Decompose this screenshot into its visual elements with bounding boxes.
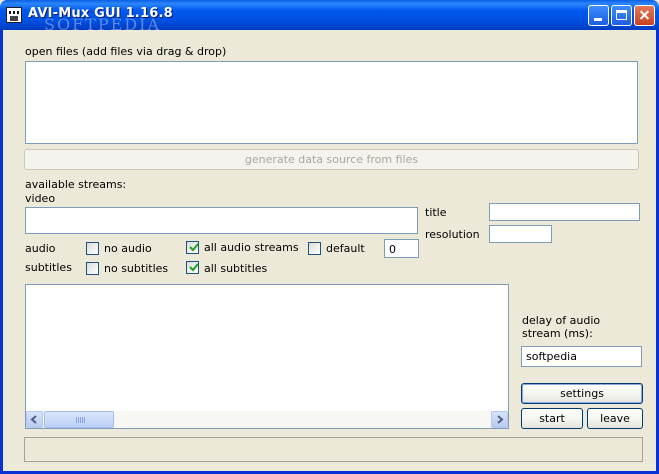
all-subtitles-label: all subtitles bbox=[204, 262, 268, 275]
no-audio-checkbox[interactable] bbox=[86, 242, 99, 255]
no-subtitles-checkbox[interactable] bbox=[86, 262, 99, 275]
default-label: default bbox=[326, 242, 365, 255]
default-stream-input[interactable]: 0 bbox=[384, 239, 419, 258]
settings-button[interactable]: settings bbox=[521, 383, 643, 404]
title-input[interactable] bbox=[489, 203, 640, 221]
available-streams-label: available streams: bbox=[25, 178, 127, 191]
default-checkbox[interactable] bbox=[308, 242, 321, 255]
horizontal-scrollbar[interactable] bbox=[26, 411, 508, 428]
no-audio-label: no audio bbox=[104, 242, 152, 255]
film-icon[interactable] bbox=[6, 7, 22, 23]
resolution-input[interactable] bbox=[489, 225, 552, 243]
grip-icon bbox=[76, 417, 85, 423]
start-button[interactable]: start bbox=[521, 408, 583, 429]
audio-delay-label: delay of audio stream (ms): bbox=[522, 314, 601, 340]
close-icon bbox=[635, 6, 654, 25]
minimize-button[interactable] bbox=[588, 5, 609, 26]
maximize-button[interactable] bbox=[611, 5, 632, 26]
title-bar[interactable]: AVI-Mux GUI 1.16.8 SOFTPEDIA bbox=[0, 0, 659, 34]
all-audio-streams-checkbox[interactable] bbox=[186, 241, 199, 254]
video-label: video bbox=[25, 192, 56, 205]
streams-list[interactable] bbox=[25, 284, 509, 429]
watermark-text: SOFTPEDIA bbox=[44, 15, 161, 34]
arrow-right-icon bbox=[497, 415, 504, 424]
scroll-right-button[interactable] bbox=[491, 411, 508, 428]
subtitles-label: subtitles bbox=[25, 261, 72, 274]
title-label: title bbox=[425, 206, 447, 219]
leave-button[interactable]: leave bbox=[587, 408, 643, 429]
scroll-left-button[interactable] bbox=[26, 411, 43, 428]
audio-delay-value: softpedia bbox=[526, 350, 577, 363]
checkmark-icon bbox=[189, 243, 199, 252]
no-subtitles-label: no subtitles bbox=[104, 262, 169, 275]
all-audio-streams-label: all audio streams bbox=[204, 241, 299, 254]
minimize-icon bbox=[594, 18, 602, 21]
all-subtitles-checkbox[interactable] bbox=[186, 261, 199, 274]
generate-data-source-button[interactable]: generate data source from files bbox=[24, 149, 639, 170]
scrollbar-thumb[interactable] bbox=[44, 411, 114, 428]
video-stream-list[interactable] bbox=[25, 207, 418, 234]
audio-label: audio bbox=[25, 242, 56, 255]
audio-delay-input[interactable]: softpedia bbox=[521, 346, 642, 367]
window-frame-left bbox=[0, 30, 3, 474]
default-stream-value: 0 bbox=[389, 243, 396, 256]
arrow-left-icon bbox=[30, 415, 37, 424]
maximize-icon bbox=[616, 10, 627, 20]
open-files-label: open files (add files via drag & drop) bbox=[25, 45, 227, 58]
close-button[interactable] bbox=[634, 5, 655, 26]
checkmark-icon bbox=[189, 263, 199, 272]
status-bar bbox=[24, 437, 643, 462]
open-files-list[interactable] bbox=[25, 61, 638, 144]
resolution-label: resolution bbox=[425, 228, 480, 241]
